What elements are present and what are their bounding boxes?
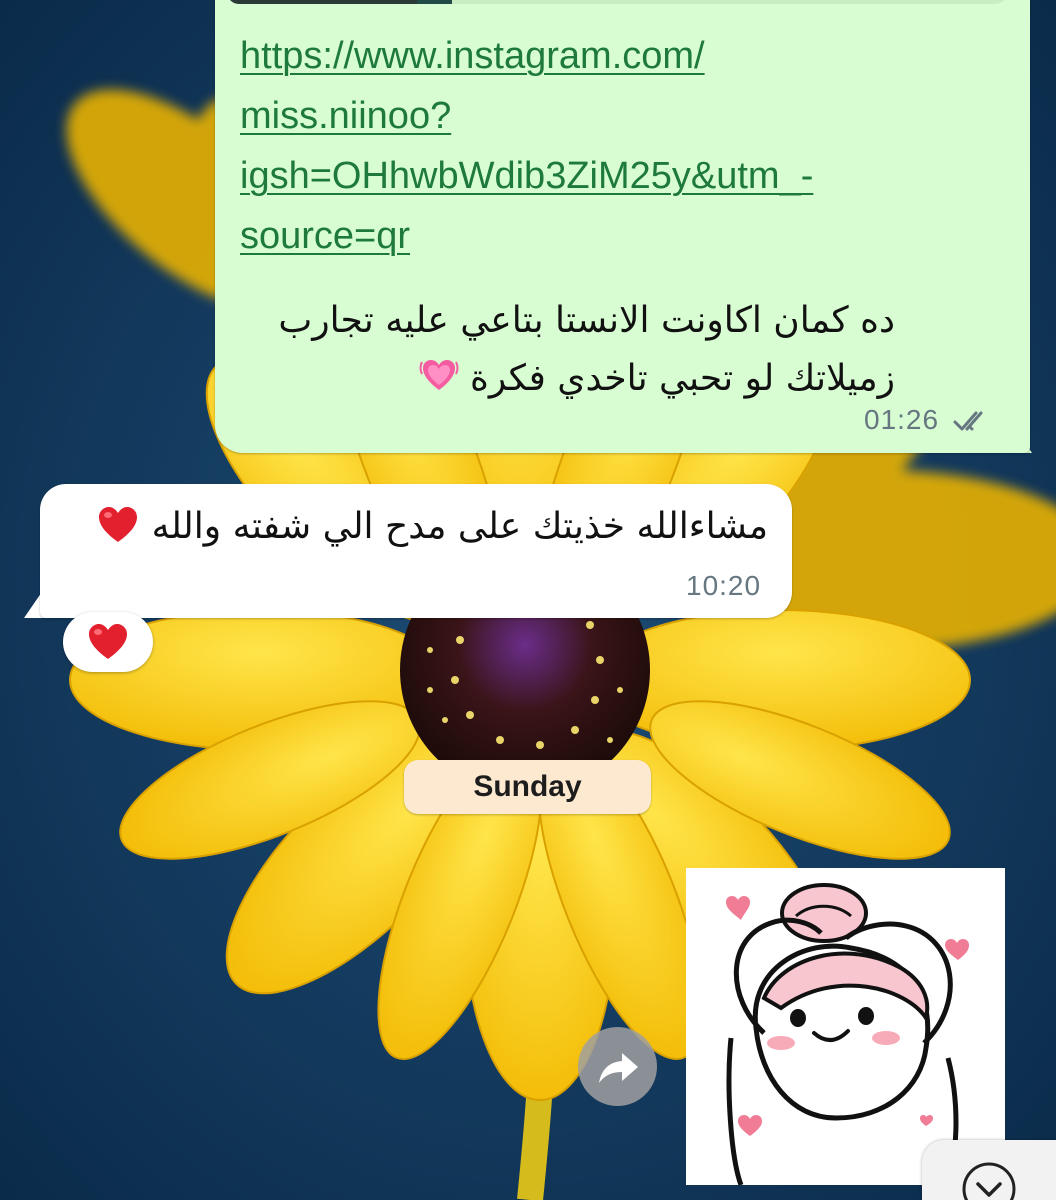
- red-heart-emoji-icon: [89, 624, 127, 659]
- incoming-message-time: 10:20: [686, 570, 762, 601]
- link-line[interactable]: source=qr: [240, 206, 1000, 266]
- message-text: زميلاتك لو تحبي تاخدي فكرة: [470, 358, 895, 399]
- outgoing-message-bubble[interactable]: https://www.instagram.com/ miss.niinoo? …: [215, 0, 1030, 453]
- chevron-down-icon: [962, 1162, 1016, 1200]
- link-preview-thumbnail[interactable]: [227, 0, 1007, 4]
- date-separator: Sunday: [404, 760, 651, 814]
- incoming-message-bubble[interactable]: مشاءالله خذيتك على مدح الي شفته والله: [40, 484, 792, 618]
- incoming-message-text: مشاءالله خذيتك على مدح الي شفته والله: [48, 502, 768, 552]
- double-check-icon: [953, 411, 983, 431]
- forward-button[interactable]: [578, 1027, 657, 1106]
- message-text: مشاءالله خذيتك على مدح الي شفته والله: [151, 506, 768, 547]
- forward-arrow-icon: [598, 1052, 638, 1083]
- link-line[interactable]: igsh=OHhwbWdib3ZiM25y&utm_-: [240, 146, 1000, 206]
- sticker-message[interactable]: [686, 868, 1005, 1186]
- message-text-line-2: زميلاتك لو تحبي تاخدي فكرة: [195, 350, 895, 408]
- growing-heart-emoji-icon: [419, 360, 459, 390]
- message-link[interactable]: https://www.instagram.com/ miss.niinoo? …: [240, 26, 1000, 266]
- heart-hands-character-sticker-icon: [726, 883, 969, 1186]
- outgoing-message-text: ده كمان اكاونت الانستا بتاعي عليه تجارب …: [195, 292, 895, 408]
- message-reaction[interactable]: [63, 612, 153, 672]
- outgoing-message-time: 01:26: [864, 404, 940, 435]
- scroll-to-bottom-button[interactable]: [922, 1140, 1056, 1200]
- red-heart-emoji-icon: [99, 507, 138, 542]
- link-line[interactable]: https://www.instagram.com/: [240, 26, 1000, 86]
- message-text-line: ده كمان اكاونت الانستا بتاعي عليه تجارب: [278, 300, 895, 341]
- link-line[interactable]: miss.niinoo?: [240, 86, 1000, 146]
